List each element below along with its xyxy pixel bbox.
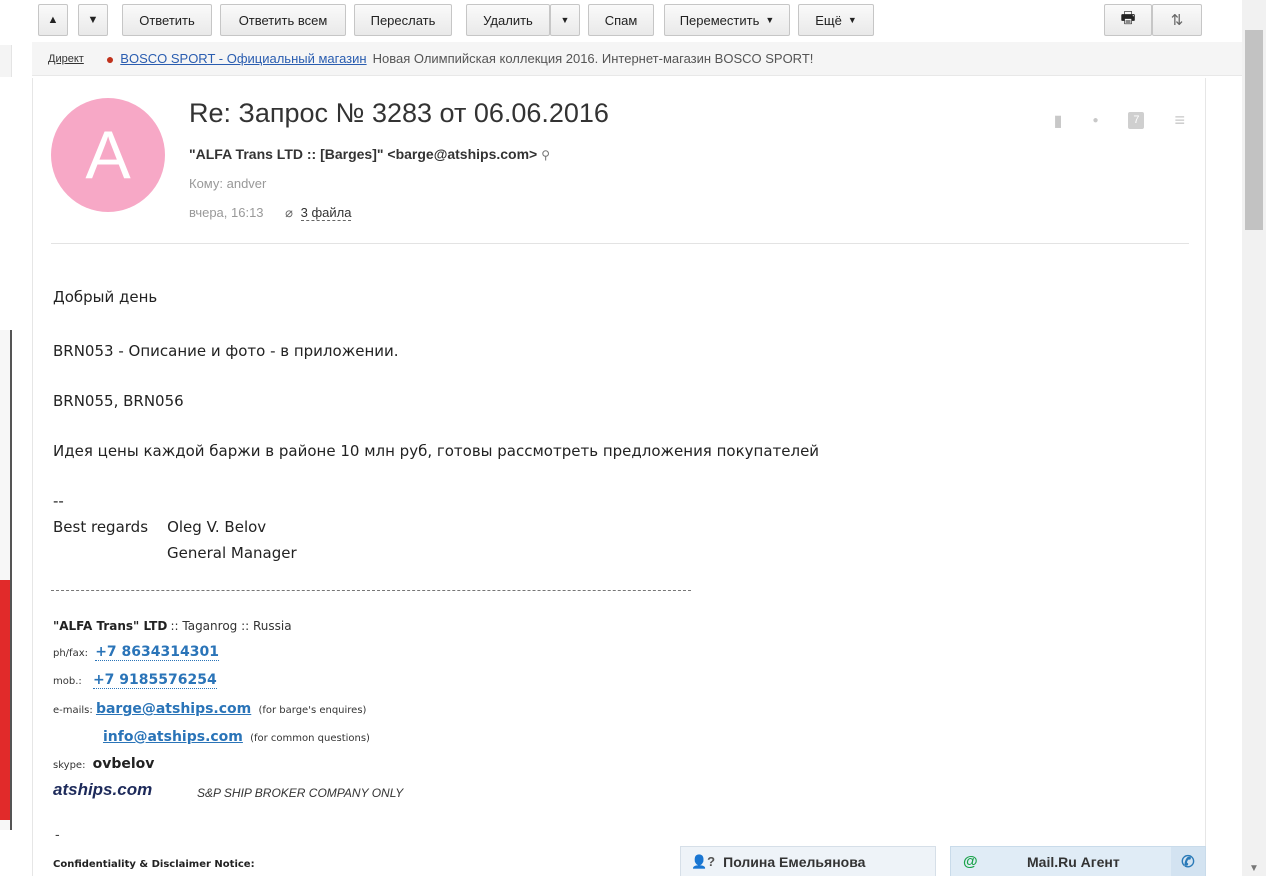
ad-link[interactable]: BOSCO SPORT - Официальный магазин (120, 51, 366, 66)
signature-company: "ALFA Trans" LTD :: Taganrog :: Russia (53, 619, 292, 633)
company-location: :: Taganrog :: Russia (170, 619, 292, 633)
body-line: BRN055, BRN056 (53, 392, 184, 410)
red-strip (0, 580, 10, 820)
translate-button[interactable]: ⇅ (1152, 4, 1202, 36)
page-scrollbar[interactable]: ▼ (1242, 0, 1266, 876)
scrollbar-thumb[interactable] (1245, 30, 1263, 230)
email-note: (for barge's enquires) (258, 705, 367, 716)
reply-all-button[interactable]: Ответить всем (220, 4, 346, 36)
body-greeting: Добрый день (53, 288, 158, 306)
more-label: Ещё (815, 12, 842, 28)
chevron-down-icon[interactable]: ▼ (1242, 863, 1266, 874)
delete-options-button[interactable]: ▼ (550, 4, 580, 36)
printer-icon: 🖶 (1120, 9, 1136, 27)
mob-label: mob.: (53, 676, 82, 687)
confidentiality-notice: Confidentiality & Disclaimer Notice: (53, 859, 255, 870)
forward-button[interactable]: Переслать (354, 4, 452, 36)
left-edge-panel (0, 0, 18, 876)
body-line: BRN053 - Описание и фото - в приложении. (53, 342, 399, 360)
header-divider (51, 243, 1189, 244)
emails-label: e-mails: (53, 705, 93, 716)
message-view: A Re: Запрос № 3283 от 06.06.2016 "ALFA … (32, 78, 1206, 876)
message-actions: ▮ ● 7 ≡ (1054, 110, 1185, 131)
move-label: Переместить (679, 12, 760, 28)
at-icon: @ (963, 853, 978, 870)
company-tagline: S&P SHIP BROKER COMPANY ONLY (197, 786, 404, 800)
search-icon[interactable]: ⚲ (541, 148, 550, 162)
sender-text: "ALFA Trans LTD :: [Barges]" <barge@atsh… (189, 146, 538, 162)
ad-text: Новая Олимпийская коллекция 2016. Интерн… (372, 51, 814, 66)
email-note: (for common questions) (250, 733, 370, 744)
chat-contact-tab[interactable]: 👤? Полина Емельянова (680, 846, 936, 876)
delete-button[interactable]: Удалить (466, 4, 550, 36)
left-panel-fragment (0, 45, 12, 77)
message-meta: вчера, 16:13 ⌀ 3 файла (189, 205, 352, 221)
left-panel-fragment-2 (0, 330, 12, 830)
phfax-link[interactable]: +7 8634314301 (95, 644, 219, 661)
chevron-down-icon: ▼ (765, 15, 775, 25)
chevron-down-icon: ▼ (847, 15, 857, 25)
prev-message-button[interactable]: ▲ (38, 4, 68, 36)
move-button[interactable]: Переместить ▼ (664, 4, 790, 36)
email-link[interactable]: info@atships.com (103, 729, 243, 745)
signature-divider (51, 590, 691, 591)
avatar: A (51, 98, 165, 212)
arrow-down-icon: ▼ (87, 14, 99, 26)
ad-banner: Директ ● BOSCO SPORT - Официальный магаз… (32, 42, 1242, 76)
apple-icon: ● (105, 50, 115, 67)
spam-button[interactable]: Спам (588, 4, 654, 36)
body-line: Идея цены каждой баржи в районе 10 млн р… (53, 442, 820, 460)
phone-icon[interactable]: ✆ (1171, 847, 1205, 876)
signature-mob: mob.: +7 9185576254 (53, 672, 217, 689)
message-subject: Re: Запрос № 3283 от 06.06.2016 (189, 98, 609, 128)
translate-icon: ⇅ (1170, 12, 1184, 29)
mail-agent-label: Mail.Ru Агент (1027, 853, 1120, 870)
paperclip-icon: ⌀ (285, 205, 293, 220)
message-sender[interactable]: "ALFA Trans LTD :: [Barges]" <barge@atsh… (189, 146, 550, 162)
signature-separator: -- (53, 492, 64, 510)
more-button[interactable]: Ещё ▼ (798, 4, 874, 36)
next-message-button[interactable]: ▼ (78, 4, 108, 36)
chat-contact-name: Полина Емельянова (723, 853, 866, 870)
chevron-down-icon: ▼ (560, 15, 570, 25)
unread-dot-icon[interactable]: ● (1092, 115, 1098, 126)
mob-link[interactable]: +7 9185576254 (92, 672, 217, 689)
message-date: вчера, 16:13 (189, 205, 264, 220)
message-recipient: Кому: andver (189, 176, 267, 191)
company-name: "ALFA Trans" LTD (53, 619, 168, 633)
contact-question-icon: 👤? (691, 853, 716, 869)
skype-label: skype: (53, 760, 86, 771)
arrow-up-icon: ▲ (47, 14, 59, 26)
signature-phfax: ph/fax: +7 8634314301 (53, 644, 219, 661)
phfax-label: ph/fax: (53, 648, 88, 659)
signature-position: General Manager (167, 544, 297, 562)
signature-email2: info@atships.com (for common questions) (103, 729, 370, 745)
signature-skype: skype: ovbelov (53, 756, 154, 772)
signature-regards: Best regards Oleg V. Belov (53, 518, 267, 536)
dash-text: - (55, 826, 60, 842)
attachments-link[interactable]: 3 файла (300, 205, 352, 221)
email-link[interactable]: barge@atships.com (96, 701, 251, 717)
signature-email1: e-mails: barge@atships.com (for barge's … (53, 701, 366, 717)
bookmark-icon[interactable]: ▮ (1054, 111, 1063, 131)
print-button[interactable]: 🖶 (1104, 4, 1152, 36)
company-site: atships.com (53, 780, 153, 799)
mail-agent-tab[interactable]: @ Mail.Ru Агент ✆ (950, 846, 1206, 876)
direct-label[interactable]: Директ (48, 53, 84, 65)
calendar-icon[interactable]: 7 (1128, 112, 1145, 129)
message-toolbar: ▲ ▼ Ответить Ответить всем Переслать Уда… (32, 0, 1242, 40)
reply-button[interactable]: Ответить (122, 4, 212, 36)
menu-icon[interactable]: ≡ (1174, 110, 1185, 131)
skype-name: ovbelov (92, 756, 155, 772)
